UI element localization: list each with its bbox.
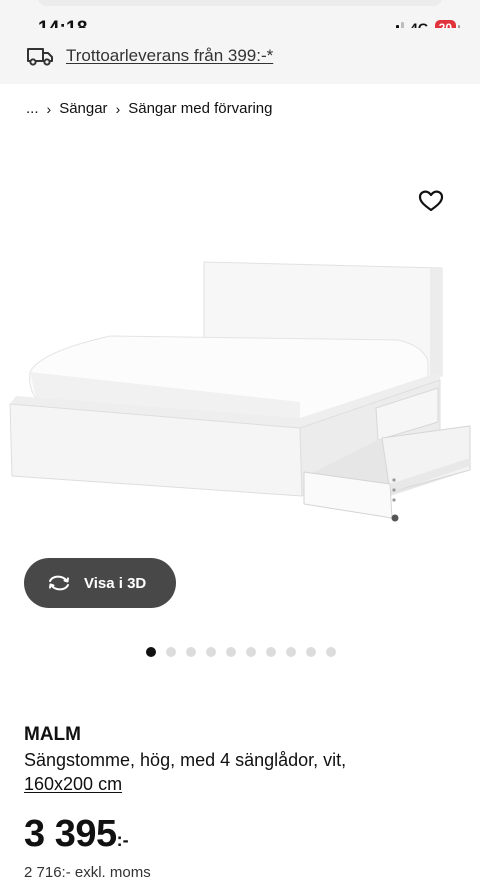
carousel-dot[interactable] xyxy=(306,647,316,657)
product-description: Sängstomme, hög, med 4 sänglådor, vit, 1… xyxy=(24,748,464,796)
rotate-3d-icon xyxy=(49,575,69,591)
carousel-dot[interactable] xyxy=(266,647,276,657)
breadcrumb: ... › Sängar › Sängar med förvaring xyxy=(26,100,272,117)
truck-icon xyxy=(27,48,53,66)
carousel-dot[interactable] xyxy=(206,647,216,657)
product-name: MALM xyxy=(24,724,81,745)
product-size-link[interactable]: 160x200 cm xyxy=(24,774,122,794)
view-3d-button[interactable]: Visa i 3D xyxy=(24,558,176,608)
delivery-banner[interactable]: Trottoarleverans från 399:-* xyxy=(0,28,480,84)
price-suffix: :- xyxy=(116,830,129,850)
delivery-link[interactable]: Trottoarleverans från 399:-* xyxy=(66,46,273,66)
chevron-right-icon: › xyxy=(115,100,121,117)
price-value: 3 395 xyxy=(24,813,117,855)
carousel-dots xyxy=(146,647,336,657)
view-3d-label: Visa i 3D xyxy=(84,574,147,592)
breadcrumb-item-more[interactable]: ... xyxy=(26,100,39,117)
carousel-dot[interactable] xyxy=(246,647,256,657)
breadcrumb-item-beds[interactable]: Sängar xyxy=(59,100,107,117)
product-image[interactable] xyxy=(0,140,480,610)
carousel-dot[interactable] xyxy=(146,647,156,657)
carousel-dot[interactable] xyxy=(186,647,196,657)
carousel-dot[interactable] xyxy=(166,647,176,657)
breadcrumb-item-storage-beds[interactable]: Sängar med förvaring xyxy=(128,100,272,117)
price-excl-vat: 2 716:- exkl. moms xyxy=(24,864,151,881)
product-description-text: Sängstomme, hög, med 4 sänglådor, vit, xyxy=(24,750,347,770)
carousel-dot[interactable] xyxy=(226,647,236,657)
product-price: 3 395 :- xyxy=(24,812,129,856)
chevron-right-icon: › xyxy=(46,100,52,117)
carousel-dot[interactable] xyxy=(286,647,296,657)
heart-icon[interactable] xyxy=(418,188,444,214)
carousel-dot[interactable] xyxy=(326,647,336,657)
browser-url-pill xyxy=(38,0,442,6)
